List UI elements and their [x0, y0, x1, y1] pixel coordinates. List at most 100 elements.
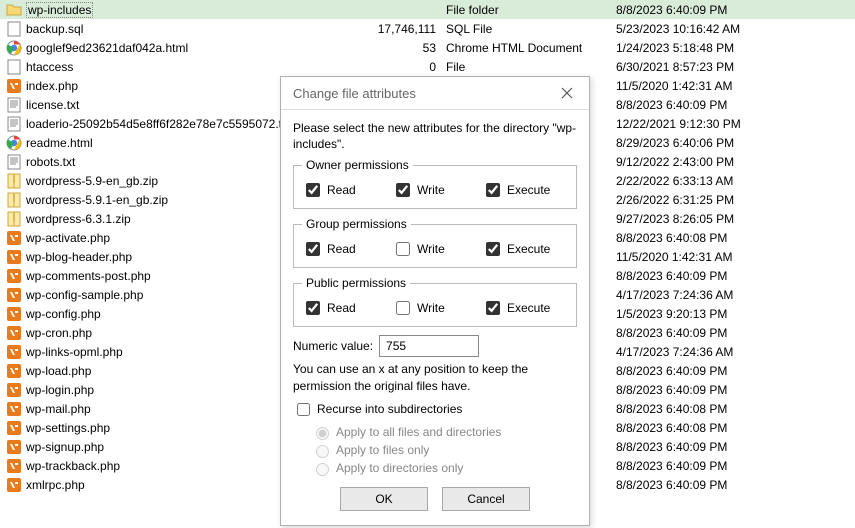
file-icon	[6, 59, 22, 75]
group-write-checkbox[interactable]	[396, 242, 410, 256]
file-name: wp-blog-header.php	[26, 250, 132, 264]
public-execute-checkbox[interactable]	[486, 301, 500, 315]
public-legend: Public permissions	[302, 276, 410, 290]
file-name: wp-comments-post.php	[26, 269, 151, 283]
file-icon	[6, 21, 22, 37]
owner-write[interactable]: Write	[392, 180, 472, 200]
file-date: 8/8/2023 6:40:09 PM	[616, 3, 786, 17]
file-name: wp-mail.php	[26, 402, 91, 416]
file-date: 8/8/2023 6:40:08 PM	[616, 402, 786, 416]
file-name: readme.html	[26, 136, 93, 150]
file-date: 6/30/2021 8:57:23 PM	[616, 60, 786, 74]
file-date: 1/5/2023 9:20:13 PM	[616, 307, 786, 321]
public-write-checkbox[interactable]	[396, 301, 410, 315]
file-date: 8/8/2023 6:40:09 PM	[616, 383, 786, 397]
recurse-checkbox[interactable]	[297, 403, 310, 416]
folder-icon	[6, 2, 22, 18]
file-date: 9/27/2023 8:26:05 PM	[616, 212, 786, 226]
file-row[interactable]: backup.sql17,746,111SQL File5/23/2023 10…	[0, 19, 855, 38]
php-icon	[6, 249, 22, 265]
file-name: loaderio-25092b54d5e8ff6f282e78e7c559507…	[26, 117, 291, 131]
file-size: 17,746,111	[376, 22, 446, 36]
file-date: 8/8/2023 6:40:09 PM	[616, 98, 786, 112]
file-type: File folder	[446, 3, 616, 17]
owner-execute-checkbox[interactable]	[486, 183, 500, 197]
radio-files	[316, 445, 329, 458]
change-attributes-dialog: Change file attributes Please select the…	[280, 76, 590, 526]
zip-icon	[6, 192, 22, 208]
file-name: robots.txt	[26, 155, 75, 169]
file-name: wordpress-5.9-en_gb.zip	[26, 174, 158, 188]
ok-button[interactable]: OK	[340, 487, 428, 511]
file-name: wp-activate.php	[26, 231, 110, 245]
zip-icon	[6, 173, 22, 189]
file-date: 8/8/2023 6:40:08 PM	[616, 421, 786, 435]
file-date: 2/26/2022 6:31:25 PM	[616, 193, 786, 207]
numeric-value-input[interactable]	[379, 335, 479, 357]
file-name: htaccess	[26, 60, 73, 74]
php-icon	[6, 420, 22, 436]
php-icon	[6, 439, 22, 455]
file-date: 8/8/2023 6:40:09 PM	[616, 326, 786, 340]
file-size: 0	[376, 60, 446, 74]
public-permissions-group: Public permissions Read Write Execute	[293, 276, 577, 327]
php-icon	[6, 401, 22, 417]
group-legend: Group permissions	[302, 217, 411, 231]
file-name: wp-config.php	[26, 307, 101, 321]
php-icon	[6, 458, 22, 474]
public-write[interactable]: Write	[392, 298, 472, 318]
php-icon	[6, 344, 22, 360]
public-read-checkbox[interactable]	[306, 301, 320, 315]
file-date: 1/24/2023 5:18:48 PM	[616, 41, 786, 55]
file-name: wp-signup.php	[26, 440, 104, 454]
dialog-title: Change file attributes	[293, 86, 416, 101]
group-read-checkbox[interactable]	[306, 242, 320, 256]
file-name: wp-settings.php	[26, 421, 110, 435]
owner-read-checkbox[interactable]	[306, 183, 320, 197]
file-name: wp-trackback.php	[26, 459, 120, 473]
file-date: 8/29/2023 6:40:06 PM	[616, 136, 786, 150]
recurse-option[interactable]: Recurse into subdirectories	[293, 400, 577, 419]
chrome-icon	[6, 135, 22, 151]
cancel-button[interactable]: Cancel	[442, 487, 530, 511]
file-name: xmlrpc.php	[26, 478, 85, 492]
permission-hint: You can use an x at any position to keep…	[293, 361, 577, 393]
file-name: wordpress-6.3.1.zip	[26, 212, 131, 226]
file-date: 8/8/2023 6:40:09 PM	[616, 440, 786, 454]
owner-legend: Owner permissions	[302, 158, 413, 172]
file-date: 9/12/2022 2:43:00 PM	[616, 155, 786, 169]
close-icon[interactable]	[557, 83, 577, 103]
file-date: 8/8/2023 6:40:09 PM	[616, 478, 786, 492]
file-row[interactable]: wp-includesFile folder8/8/2023 6:40:09 P…	[0, 0, 855, 19]
file-type: Chrome HTML Document	[446, 41, 616, 55]
group-read[interactable]: Read	[302, 239, 382, 259]
file-date: 5/23/2023 10:16:42 AM	[616, 22, 786, 36]
public-read[interactable]: Read	[302, 298, 382, 318]
public-execute[interactable]: Execute	[482, 298, 562, 318]
zip-icon	[6, 211, 22, 227]
radio-dirs	[316, 463, 329, 476]
php-icon	[6, 325, 22, 341]
file-date: 4/17/2023 7:24:36 AM	[616, 288, 786, 302]
owner-execute[interactable]: Execute	[482, 180, 562, 200]
php-icon	[6, 477, 22, 493]
group-execute[interactable]: Execute	[482, 239, 562, 259]
file-name: wp-links-opml.php	[26, 345, 123, 359]
recurse-mode-radios: Apply to all files and directories Apply…	[311, 423, 577, 477]
chrome-icon	[6, 40, 22, 56]
txt-icon	[6, 97, 22, 113]
owner-write-checkbox[interactable]	[396, 183, 410, 197]
php-icon	[6, 230, 22, 246]
php-icon	[6, 287, 22, 303]
php-icon	[6, 78, 22, 94]
owner-permissions-group: Owner permissions Read Write Execute	[293, 158, 577, 209]
group-write[interactable]: Write	[392, 239, 472, 259]
radio-all	[316, 427, 329, 440]
owner-read[interactable]: Read	[302, 180, 382, 200]
file-row[interactable]: htaccess0File6/30/2021 8:57:23 PM	[0, 57, 855, 76]
file-name: wp-config-sample.php	[26, 288, 143, 302]
file-row[interactable]: googlef9ed23621daf042a.html53Chrome HTML…	[0, 38, 855, 57]
file-date: 11/5/2020 1:42:31 AM	[616, 250, 786, 264]
php-icon	[6, 363, 22, 379]
group-execute-checkbox[interactable]	[486, 242, 500, 256]
